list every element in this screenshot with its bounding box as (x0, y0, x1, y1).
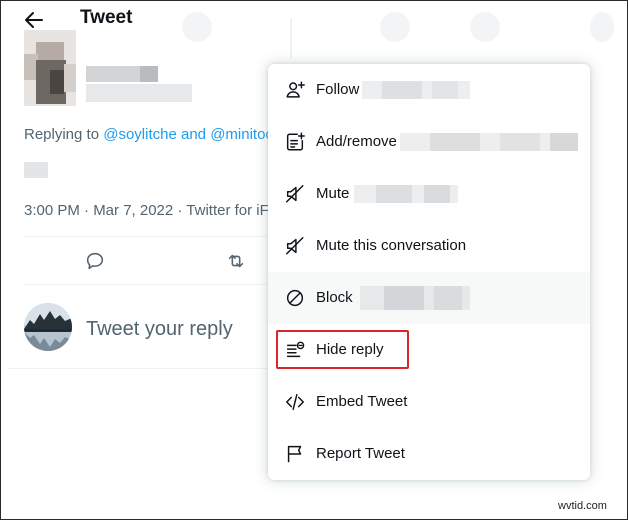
reply-input[interactable]: Tweet your reply (86, 318, 233, 341)
speaker-muted-icon (286, 185, 304, 203)
flag-icon (287, 445, 302, 463)
more-options-menu: Follow Add/remove Mute Mute this convers… (268, 64, 590, 480)
menu-item-label: Add/remove (316, 133, 397, 150)
menu-item-embed-tweet[interactable]: Embed Tweet (268, 376, 590, 428)
menu-item-label: Embed Tweet (316, 393, 408, 410)
menu-item-label: Mute this conversation (316, 237, 467, 254)
block-icon (286, 289, 304, 307)
code-icon (286, 393, 304, 411)
user-avatar[interactable] (24, 303, 72, 351)
list-add-icon (286, 132, 305, 151)
tweet-text (24, 162, 48, 178)
menu-item-mute[interactable]: Mute (268, 168, 590, 220)
speaker-muted-icon (286, 237, 304, 255)
arrow-left-icon[interactable] (22, 8, 46, 32)
reply-icon[interactable] (84, 250, 106, 272)
divider (24, 236, 274, 237)
menu-item-label: Mute (316, 185, 350, 202)
replying-to-label: Replying to (24, 126, 104, 143)
menu-item-report-tweet[interactable]: Report Tweet (268, 428, 590, 480)
blurred-username (400, 133, 578, 151)
replying-to-line: Replying to @soylitche and @minitoo (24, 126, 274, 143)
menu-item-label: Follow (316, 81, 360, 98)
author-handle[interactable] (86, 84, 192, 102)
retweet-icon[interactable] (225, 250, 247, 272)
person-plus-icon (286, 81, 305, 98)
menu-item-label: Block (316, 289, 353, 306)
tweet-timestamp[interactable]: 3:00 PM · Mar 7, 2022 · Twitter for iF (24, 202, 269, 219)
top-header: Tweet (0, 0, 610, 40)
menu-item-mute-conversation[interactable]: Mute this conversation (268, 220, 590, 272)
blurred-username (362, 81, 470, 99)
blurred-username (360, 286, 470, 310)
mention-connector: and (176, 126, 211, 143)
author-avatar[interactable] (24, 30, 76, 106)
mention-link[interactable]: @minitoo (210, 126, 274, 143)
mention-link[interactable]: @soylitche (103, 126, 177, 143)
watermark: wvtid.com (558, 500, 607, 512)
page-title: Tweet (80, 7, 133, 28)
divider (8, 368, 273, 369)
menu-item-follow[interactable]: Follow (268, 64, 590, 116)
author-name-blur (140, 66, 158, 82)
divider (24, 284, 274, 285)
highlight-box (276, 330, 409, 369)
menu-item-label: Report Tweet (316, 445, 405, 462)
blurred-username (354, 185, 458, 203)
menu-item-block[interactable]: Block (268, 272, 590, 324)
menu-item-add-remove-lists[interactable]: Add/remove (268, 116, 590, 168)
